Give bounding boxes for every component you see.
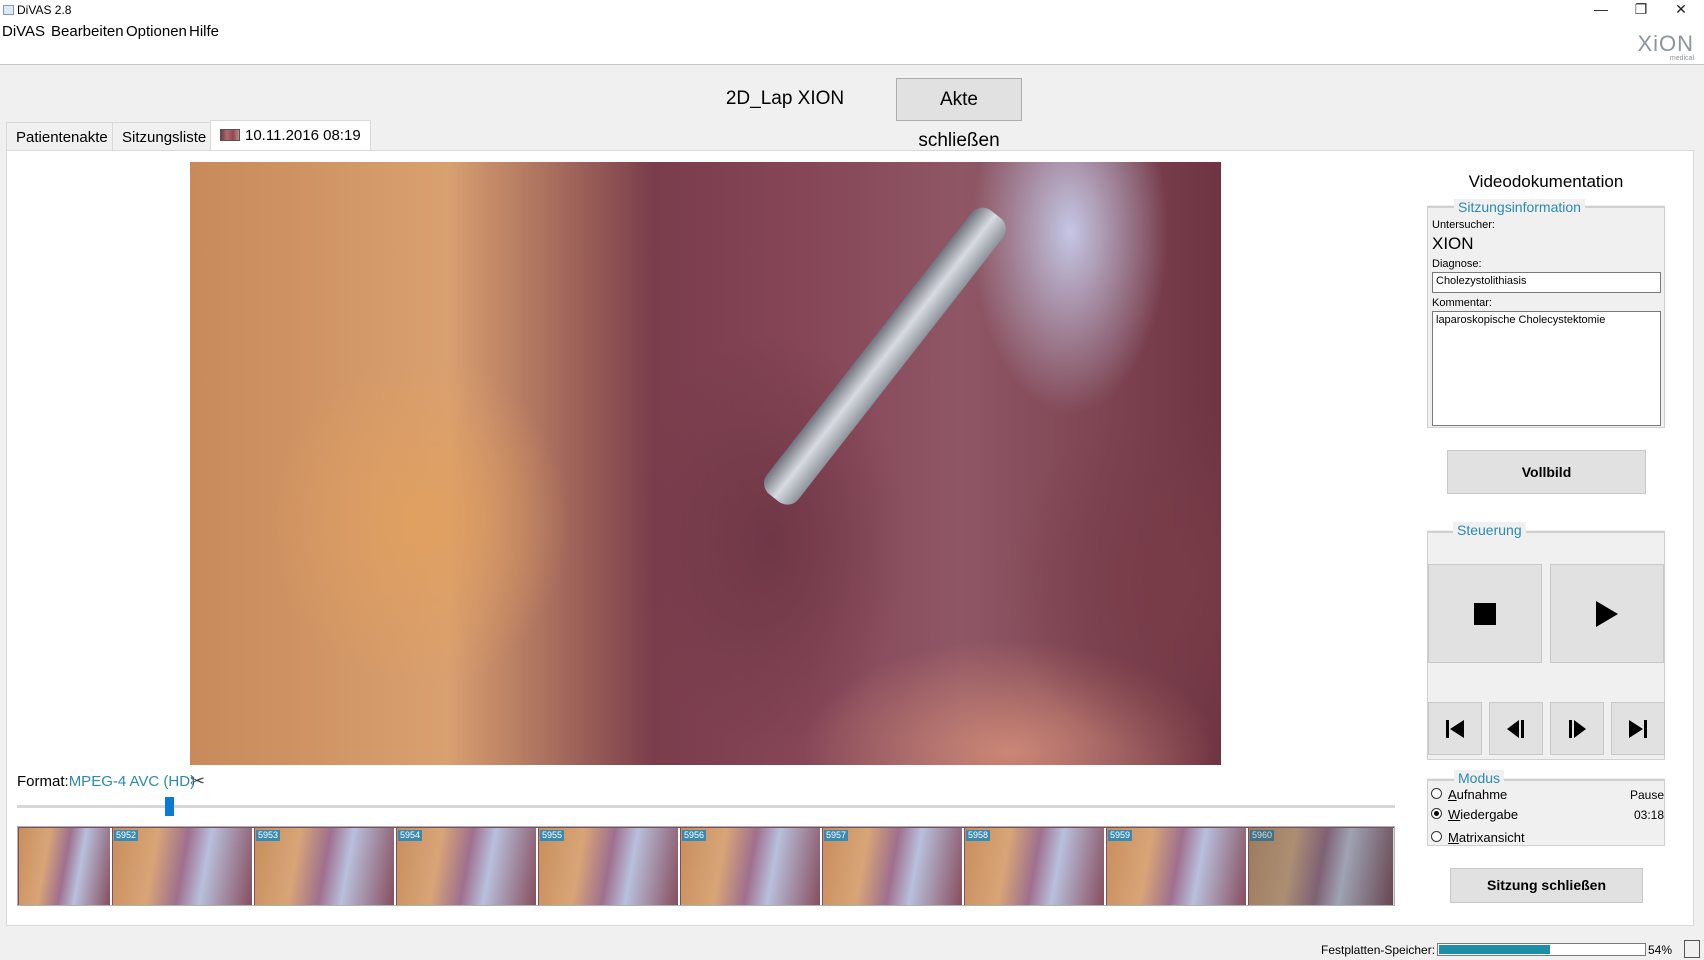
radio-matrixansicht-label[interactable]: Matrixansicht <box>1448 830 1525 845</box>
radio-matrixansicht[interactable] <box>1431 831 1442 842</box>
divas-window: DiVAS 2.8 — ❐ ✕ DiVAS Bearbeiten Optione… <box>0 0 1704 960</box>
scissors-icon[interactable]: ✂ <box>190 771 205 792</box>
videodokumentation-title: Videodokumentation <box>1468 172 1624 191</box>
stop-icon <box>1474 602 1496 625</box>
logo-sub: medical <box>1669 55 1694 62</box>
skip-to-end-button[interactable] <box>1611 702 1665 755</box>
film-frame[interactable]: 5954 <box>397 828 538 905</box>
menu-optionen[interactable]: Optionen <box>126 23 187 41</box>
film-frame[interactable]: 5953 <box>255 828 396 905</box>
tab-label: 10.11.2016 08:19 <box>245 127 361 144</box>
storage-percent: 54% <box>1648 943 1673 957</box>
film-frame[interactable]: 5959 <box>1107 828 1248 905</box>
radio-aufnahme-label[interactable]: Aufnahme <box>1448 787 1507 802</box>
menu-bearbeiten[interactable]: Bearbeiten <box>51 23 124 41</box>
wiedergabe-time: 03:18 <box>1633 808 1664 822</box>
restore-button[interactable]: ❐ <box>1622 0 1660 21</box>
session-title: 2D_Lap XION <box>725 88 845 109</box>
session-info-legend: Sitzungsinformation <box>1454 199 1585 215</box>
close-session-button[interactable]: Sitzung schließen <box>1450 868 1643 903</box>
fullscreen-button[interactable]: Vollbild <box>1447 450 1646 494</box>
step-back-icon <box>1507 719 1524 738</box>
skip-end-icon <box>1629 719 1647 738</box>
close-file-button[interactable]: Akte schließen <box>896 78 1022 151</box>
step-forward-button[interactable] <box>1550 702 1604 755</box>
radio-wiedergabe[interactable] <box>1431 808 1442 819</box>
xion-logo: XiON medical <box>1637 33 1694 63</box>
mode-legend: Modus <box>1454 770 1505 786</box>
frame-number: 5960 <box>1250 830 1275 841</box>
control-legend: Steuerung <box>1453 522 1526 538</box>
aufnahme-status: Pause <box>1629 788 1664 802</box>
video-view[interactable] <box>190 162 1221 765</box>
frame-number: 5953 <box>256 830 281 841</box>
minimize-button[interactable]: — <box>1582 0 1620 21</box>
frame-number: 5956 <box>682 830 707 841</box>
diagnosis-label: Diagnose: <box>1432 258 1482 270</box>
storage-label: Festplatten-Speicher: <box>1321 943 1436 957</box>
filmstrip[interactable]: 5952 5953 5954 5955 5956 5957 5958 5959 … <box>17 826 1395 906</box>
tab-label: Sitzungsliste <box>122 129 207 146</box>
frame-number: 5955 <box>540 830 565 841</box>
format-value[interactable]: MPEG-4 AVC (HD) <box>69 773 195 790</box>
step-forward-icon <box>1569 719 1586 738</box>
tab-label: Patientenakte <box>16 129 108 146</box>
radio-wiedergabe-label[interactable]: Wiedergabe <box>1448 807 1518 822</box>
examiner-label: Untersucher: <box>1432 219 1495 231</box>
frame-number: 5959 <box>1108 830 1133 841</box>
stop-button[interactable] <box>1428 564 1542 663</box>
examiner-value: XION <box>1432 234 1474 253</box>
film-frame[interactable]: 5957 <box>823 828 964 905</box>
comment-field[interactable]: laparoskopische Cholecystektomie <box>1432 311 1661 426</box>
frame-number: 5958 <box>966 830 991 841</box>
comment-label: Kommentar: <box>1432 297 1492 309</box>
film-frame[interactable]: 5956 <box>681 828 822 905</box>
film-frame[interactable]: 5958 <box>965 828 1106 905</box>
storage-bar <box>1437 943 1646 956</box>
lock-icon[interactable] <box>1684 940 1700 958</box>
film-frame[interactable]: 5960 <box>1249 828 1394 905</box>
title-bar: DiVAS 2.8 — ❐ ✕ <box>0 0 1704 21</box>
play-icon <box>1596 600 1618 627</box>
tab-patientenakte[interactable]: Patientenakte <box>6 122 118 151</box>
film-frame[interactable] <box>19 828 112 905</box>
step-back-button[interactable] <box>1489 702 1543 755</box>
film-frame[interactable]: 5955 <box>539 828 680 905</box>
frame-number: 5954 <box>398 830 423 841</box>
diagnosis-field[interactable]: Cholezystolithiasis <box>1432 272 1661 293</box>
tab-session[interactable]: 10.11.2016 08:19 <box>210 120 371 151</box>
menu-bar: DiVAS Bearbeiten Optionen Hilfe XiON med… <box>0 21 1704 65</box>
storage-fill <box>1439 945 1550 954</box>
window-title: DiVAS 2.8 <box>17 3 72 17</box>
frame-number: 5957 <box>824 830 849 841</box>
logo-brand: XiON <box>1637 31 1694 56</box>
film-frame[interactable]: 5952 <box>113 828 254 905</box>
format-label: Format: <box>17 773 69 790</box>
radio-aufnahme[interactable] <box>1431 788 1442 799</box>
timeline-track[interactable] <box>17 805 1395 808</box>
app-icon <box>3 5 14 15</box>
skip-to-start-button[interactable] <box>1428 702 1482 755</box>
skip-start-icon <box>1446 719 1464 738</box>
play-button[interactable] <box>1550 564 1664 663</box>
frame-number: 5952 <box>114 830 139 841</box>
timeline-thumb[interactable] <box>164 797 174 816</box>
menu-divas[interactable]: DiVAS <box>2 23 45 41</box>
session-thumbnail-icon <box>220 129 240 141</box>
format-info: Format:MPEG-4 AVC (HD) <box>17 773 195 790</box>
surgical-instrument <box>758 202 1012 511</box>
close-window-button[interactable]: ✕ <box>1662 0 1700 21</box>
menu-hilfe[interactable]: Hilfe <box>189 23 219 41</box>
tab-sitzungsliste[interactable]: Sitzungsliste <box>112 122 217 151</box>
